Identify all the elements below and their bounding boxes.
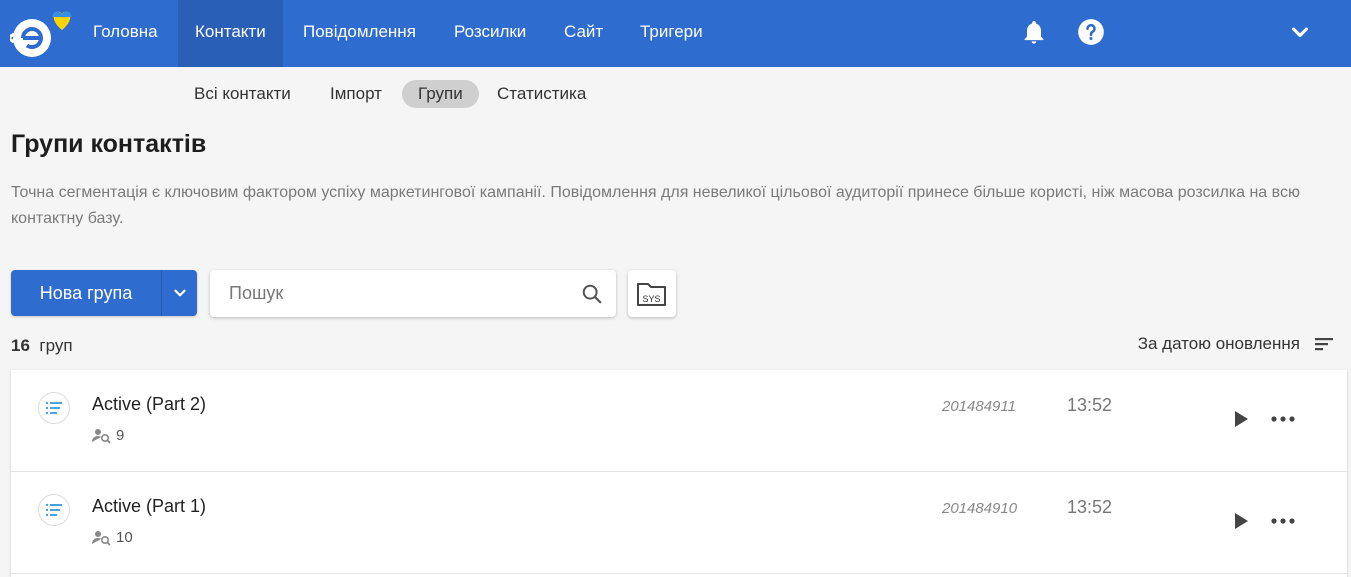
more-options-icon[interactable]	[1270, 412, 1298, 426]
more-options-icon[interactable]	[1270, 514, 1298, 528]
nav-item-site[interactable]: Сайт	[547, 0, 620, 67]
group-members-count: 9	[116, 427, 125, 444]
sort-icon[interactable]	[1314, 336, 1334, 352]
groups-count-suffix: груп	[39, 336, 73, 355]
sys-folder-icon: SYS	[637, 282, 666, 306]
group-list-icon	[38, 392, 70, 424]
logo[interactable]	[5, 8, 74, 58]
nav-item-messages[interactable]: Повідомлення	[286, 0, 433, 67]
group-row[interactable]: Active (Part 1) 10 201484910 13:52	[11, 472, 1347, 574]
group-name[interactable]: Active (Part 2)	[92, 394, 206, 415]
subnav-all-contacts[interactable]: Всі контакти	[178, 80, 307, 108]
play-icon[interactable]	[1231, 408, 1251, 430]
groups-list: Active (Part 2) 9 201484911 13:52 Active…	[11, 370, 1347, 577]
search-icon[interactable]	[581, 283, 603, 305]
subnav-groups[interactable]: Групи	[402, 80, 479, 108]
new-group-button[interactable]: Нова група	[11, 270, 197, 316]
help-icon[interactable]	[1077, 18, 1105, 46]
page-title: Групи контактів	[11, 130, 207, 158]
group-id: 201484911	[942, 398, 1016, 415]
group-time: 13:52	[1067, 497, 1113, 517]
sort-control[interactable]: За датою оновлення	[1138, 334, 1334, 354]
page-description: Точна сегментація є ключовим фактором ус…	[11, 184, 1300, 227]
subnav-import[interactable]: Імпорт	[314, 80, 398, 108]
groups-count: 16 груп	[11, 336, 73, 356]
group-name[interactable]: Active (Part 1)	[92, 496, 206, 517]
search-box	[210, 270, 616, 317]
user-search-icon	[92, 428, 111, 444]
search-input[interactable]	[210, 270, 570, 317]
sys-label: SYS	[642, 294, 660, 304]
chevron-down-icon[interactable]	[1286, 18, 1314, 46]
group-members: 10	[92, 529, 133, 546]
subnav-statistics[interactable]: Статистика	[481, 80, 602, 108]
nav-item-campaigns[interactable]: Розсилки	[437, 0, 543, 67]
play-icon[interactable]	[1231, 510, 1251, 532]
group-list-icon	[38, 494, 70, 526]
nav-item-contacts[interactable]: Контакти	[178, 0, 283, 67]
bell-icon[interactable]	[1020, 18, 1048, 46]
group-time: 13:52	[1067, 395, 1113, 415]
group-members: 9	[92, 427, 124, 444]
nav-item-triggers[interactable]: Тригери	[623, 0, 720, 67]
group-members-count: 10	[116, 529, 133, 546]
sort-label[interactable]: За датою оновлення	[1138, 334, 1300, 354]
group-row[interactable]: Active (Part 2) 9 201484911 13:52	[11, 370, 1347, 472]
group-id: 201484910	[942, 500, 1018, 517]
new-group-label[interactable]: Нова група	[11, 270, 162, 316]
new-group-dropdown-icon[interactable]	[162, 270, 197, 316]
top-navigation-bar: Головна Контакти Повідомлення Розсилки С…	[0, 0, 1351, 67]
system-groups-button[interactable]: SYS	[628, 270, 676, 317]
groups-count-number: 16	[11, 336, 30, 355]
nav-item-home[interactable]: Головна	[76, 0, 175, 67]
user-search-icon	[92, 530, 111, 546]
